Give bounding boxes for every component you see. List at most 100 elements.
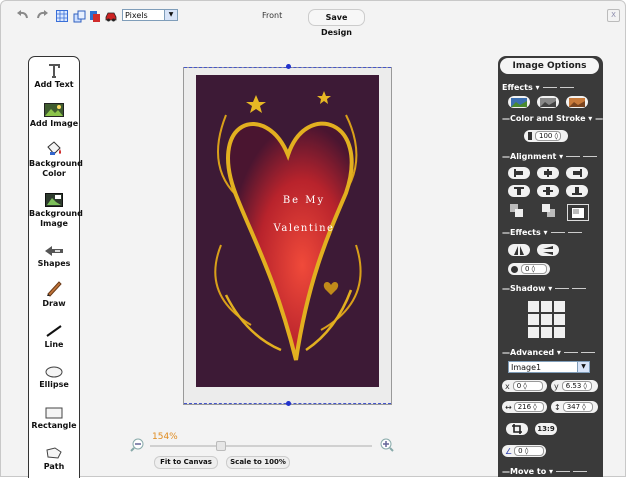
zoom-out-icon[interactable] — [130, 438, 144, 454]
effect-sepia-button[interactable] — [566, 96, 588, 108]
design-canvas[interactable]: Be My Valentine — [183, 63, 393, 408]
shadow-cell[interactable] — [541, 314, 552, 325]
flip-vertical-button[interactable] — [537, 244, 559, 256]
x-position-control[interactable]: x 0 ◊ — [502, 380, 547, 392]
zoom-slider-handle[interactable] — [216, 441, 226, 451]
effects2-section[interactable]: —Effects ▾ — [502, 228, 582, 237]
units-select-value: Pixels — [125, 11, 148, 20]
fit-page-button[interactable] — [567, 204, 589, 221]
path-icon — [29, 442, 79, 460]
redo-icon[interactable] — [35, 9, 49, 23]
width-control[interactable]: ↔ 216 ◊ — [502, 401, 547, 413]
stroke-opacity-input[interactable]: 100 ◊ — [535, 131, 561, 141]
align-center-button[interactable] — [537, 167, 559, 179]
shadow-cell[interactable] — [541, 327, 552, 338]
object-select[interactable]: Image1 ▼ — [508, 361, 590, 373]
shadow-cell[interactable] — [554, 301, 565, 312]
shadow-cell[interactable] — [528, 301, 539, 312]
rectangle-tool[interactable]: Rectangle — [29, 401, 79, 431]
alignment-section[interactable]: —Alignment ▾ — [502, 152, 598, 161]
effect-color-button[interactable] — [508, 96, 530, 108]
width-icon: ↔ — [505, 402, 512, 412]
close-button[interactable]: X — [607, 9, 620, 22]
align-top-button[interactable] — [508, 185, 530, 197]
angle-input[interactable]: 0 ◊ — [514, 446, 545, 456]
effects-label: Effects — [502, 83, 533, 92]
blur-icon — [511, 265, 518, 273]
draw-label: Draw — [42, 299, 66, 308]
ellipse-label: Ellipse — [39, 380, 69, 389]
flip-vertical-icon — [543, 245, 553, 255]
y-input[interactable]: 6.53 ◊ — [561, 381, 592, 391]
grid-icon[interactable] — [55, 9, 69, 23]
zoom-in-icon[interactable] — [380, 438, 394, 454]
stroke-opacity-control[interactable]: 100 ◊ — [524, 130, 568, 142]
shadow-section[interactable]: —Shadow ▾ — [502, 284, 587, 293]
background-image-tool[interactable]: Background Image — [29, 189, 83, 229]
align-top-icon — [514, 187, 524, 195]
add-image-label: Add Image — [29, 119, 79, 128]
path-tool[interactable]: Path — [29, 442, 79, 472]
rotation-control[interactable]: ∠ 0 ◊ — [502, 445, 546, 457]
bring-forward-icon[interactable] — [542, 204, 556, 220]
width-input[interactable]: 216 ◊ — [513, 402, 544, 412]
effect-grayscale-button[interactable] — [537, 96, 559, 108]
fit-to-canvas-button[interactable]: Fit to Canvas — [154, 456, 218, 469]
ellipse-tool[interactable]: Ellipse — [29, 360, 79, 390]
blur-control[interactable]: 0 ◊ — [508, 263, 550, 275]
advanced-section[interactable]: —Advanced ▾ — [502, 348, 595, 357]
shapes-label: Shapes — [37, 259, 71, 268]
background-color-label: Background Color — [29, 159, 83, 178]
selection-handle-bottom[interactable] — [286, 401, 291, 406]
shadow-cell[interactable] — [528, 327, 539, 338]
save-design-button[interactable]: Save Design — [308, 9, 365, 37]
units-select[interactable]: Pixels ▼ — [122, 9, 178, 21]
zoom-controls: 154% Fit to Canvas Scale to 100% — [130, 432, 400, 472]
shadow-label: Shadow — [510, 284, 546, 293]
shadow-cell[interactable] — [541, 301, 552, 312]
layers-icon[interactable] — [88, 9, 102, 23]
line-label: Line — [44, 340, 64, 349]
align-right-button[interactable] — [566, 167, 588, 179]
draw-tool[interactable]: Draw — [29, 279, 79, 309]
selection-handle-top[interactable] — [286, 64, 291, 69]
move-to-section[interactable]: —Move to ▾ — [502, 467, 588, 476]
shadow-cell[interactable] — [554, 327, 565, 338]
object-select-value: Image1 — [511, 363, 542, 372]
line-tool[interactable]: Line — [29, 320, 79, 350]
color-stroke-section[interactable]: —Color and Stroke ▾ — — [502, 114, 603, 123]
align-middle-icon — [543, 187, 553, 195]
zoom-slider-track[interactable] — [150, 445, 372, 447]
height-input[interactable]: 347 ◊ — [562, 402, 593, 412]
shapes-tool[interactable]: Shapes — [29, 239, 79, 269]
flip-horizontal-icon — [514, 245, 524, 255]
send-backward-icon[interactable] — [510, 204, 524, 220]
align-middle-button[interactable] — [537, 185, 559, 197]
y-label: y — [554, 381, 559, 391]
crop-button[interactable] — [506, 423, 528, 435]
effects-section[interactable]: Effects ▾ — [502, 83, 574, 92]
panel-title: Image Options — [500, 58, 599, 74]
copy-icon[interactable] — [72, 9, 86, 23]
crop-icon — [512, 424, 522, 434]
add-text-tool[interactable]: Add Text — [29, 60, 79, 90]
align-left-button[interactable] — [508, 167, 530, 179]
aspect-ratio-button[interactable]: 13:9 — [535, 423, 557, 435]
scale-to-100-button[interactable]: Scale to 100% — [226, 456, 290, 469]
flip-horizontal-button[interactable] — [508, 244, 530, 256]
landscape-icon — [511, 97, 527, 107]
shadow-cell[interactable] — [554, 314, 565, 325]
x-label: x — [505, 381, 510, 391]
undo-icon[interactable] — [15, 9, 29, 23]
car-icon[interactable] — [104, 9, 118, 23]
align-bottom-button[interactable] — [566, 185, 588, 197]
background-color-tool[interactable]: Background Color — [29, 139, 83, 179]
height-control[interactable]: ↕ 347 ◊ — [551, 401, 598, 413]
blur-input[interactable]: 0 ◊ — [521, 264, 547, 274]
effects2-label: Effects — [510, 228, 541, 237]
paint-bucket-icon — [29, 139, 79, 157]
add-image-tool[interactable]: Add Image — [29, 99, 79, 129]
y-position-control[interactable]: y 6.53 ◊ — [551, 380, 598, 392]
shadow-cell[interactable] — [528, 314, 539, 325]
x-input[interactable]: 0 ◊ — [512, 381, 543, 391]
